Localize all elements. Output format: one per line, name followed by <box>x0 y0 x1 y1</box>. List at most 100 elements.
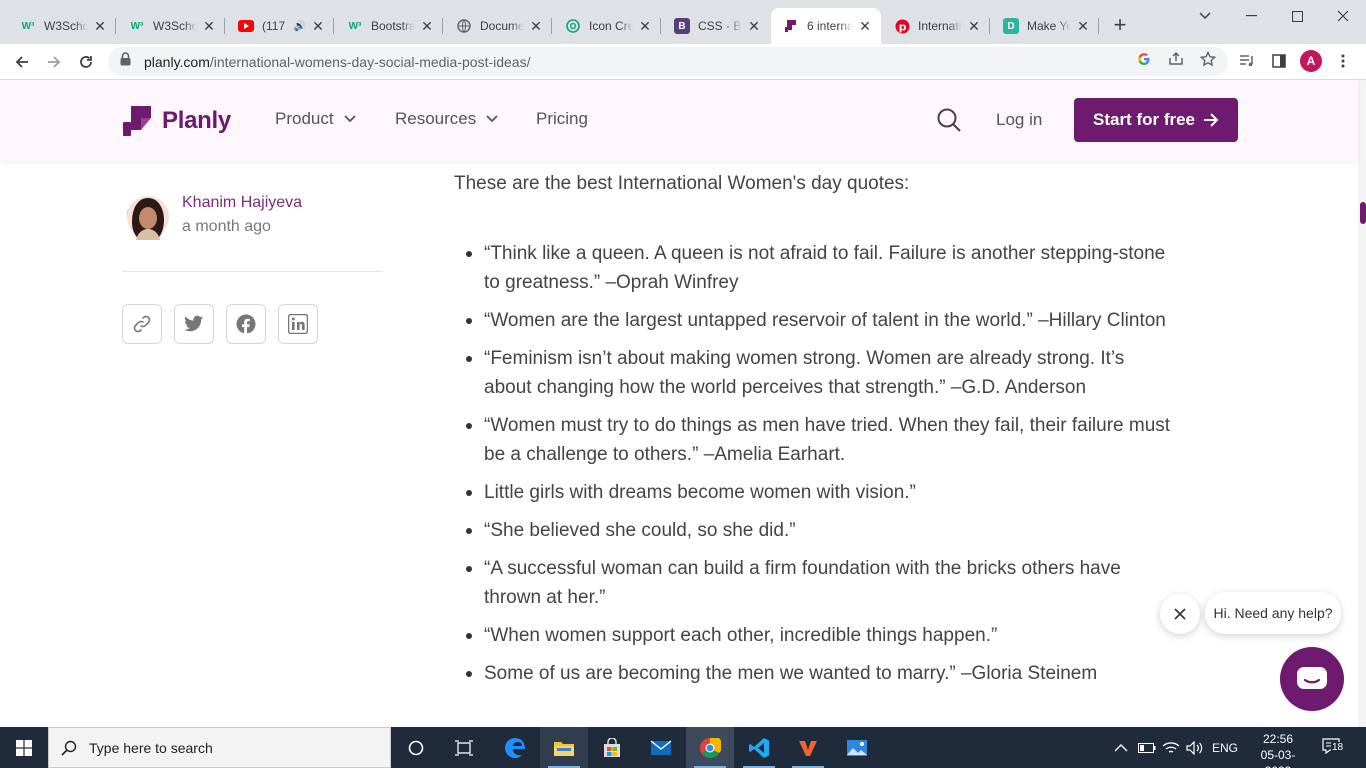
planly-logo[interactable]: Planly <box>122 104 231 138</box>
close-tab-icon[interactable]: ✕ <box>637 18 653 34</box>
chevron-down-icon <box>343 115 356 123</box>
share-icon[interactable] <box>1168 51 1184 67</box>
quote-item: “Women are the largest untapped reservoi… <box>466 306 1174 335</box>
chat-greeting-bubble[interactable]: Hi. Need any help? <box>1205 592 1341 634</box>
url-path: /international-womens-day-social-media-p… <box>209 53 531 70</box>
openai-icon <box>565 18 581 34</box>
close-tab-icon[interactable]: ✕ <box>201 18 217 34</box>
side-panel-icon[interactable] <box>1270 52 1288 70</box>
chat-dismiss-button[interactable] <box>1160 594 1200 634</box>
close-tab-icon[interactable]: ✕ <box>857 18 873 34</box>
author-avatar[interactable] <box>126 192 170 240</box>
search-icon[interactable] <box>936 107 962 133</box>
file-explorer-app[interactable] <box>540 727 588 768</box>
reload-button[interactable] <box>72 48 100 76</box>
clock-date: 05-03-2023 <box>1260 748 1296 768</box>
mail-icon <box>650 739 672 755</box>
windows-taskbar: Type here to search ENG 22:56 05-03- 18 <box>0 727 1366 768</box>
facebook-icon <box>236 314 256 334</box>
minimize-button[interactable] <box>1228 0 1274 32</box>
lock-icon[interactable] <box>120 52 134 71</box>
mail-app[interactable] <box>637 727 685 768</box>
speaker-icon[interactable]: 🔊 <box>294 21 306 32</box>
close-tab-icon[interactable]: ✕ <box>310 18 326 34</box>
quote-item: “Feminism isn’t about making women stron… <box>466 344 1174 402</box>
chrome-app[interactable] <box>686 727 734 768</box>
browser-tab[interactable]: W³ W3Schools ✕ <box>117 8 225 44</box>
edge-app[interactable] <box>491 727 539 768</box>
taskbar-search-placeholder: Type here to search <box>89 739 213 756</box>
browser-tab[interactable]: (117 🔊 ✕ <box>226 8 334 44</box>
new-tab-button[interactable]: + <box>1108 14 1132 38</box>
site-header: Planly Product Resources Pricing Log in … <box>0 80 1358 161</box>
browser-tab[interactable]: B CSS · Bootstrap ✕ <box>662 8 770 44</box>
browser-tab[interactable]: Icon Creator ✕ <box>553 8 661 44</box>
author-name[interactable]: Khanim Hajiyeva <box>182 192 302 214</box>
browser-tab[interactable]: p International ✕ <box>882 8 990 44</box>
chat-launcher-button[interactable] <box>1280 647 1344 711</box>
browser-tab[interactable]: D Make Your ✕ <box>991 8 1099 44</box>
close-tab-icon[interactable]: ✕ <box>966 18 982 34</box>
copy-link-button[interactable] <box>122 304 162 344</box>
cortana-button[interactable] <box>392 727 440 768</box>
battery-icon[interactable] <box>1138 727 1156 768</box>
vscode-icon <box>749 737 769 758</box>
close-tab-icon[interactable]: ✕ <box>92 18 108 34</box>
link-icon <box>133 315 151 333</box>
forward-button[interactable] <box>40 48 68 76</box>
start-for-free-button[interactable]: Start for free <box>1074 98 1238 142</box>
task-view-button[interactable] <box>440 727 488 768</box>
bookmark-star-icon[interactable] <box>1200 51 1216 67</box>
article-page: Khanim Hajiyeva a month ago These are th… <box>0 161 1358 727</box>
close-icon <box>1174 608 1186 620</box>
wifi-icon[interactable] <box>1162 727 1180 768</box>
planly-icon <box>783 18 799 34</box>
share-twitter-button[interactable] <box>174 304 214 344</box>
close-tab-icon[interactable]: ✕ <box>746 18 762 34</box>
share-facebook-button[interactable] <box>226 304 266 344</box>
share-linkedin-button[interactable] <box>278 304 318 344</box>
close-tab-icon[interactable]: ✕ <box>1075 18 1091 34</box>
close-tab-icon[interactable]: ✕ <box>528 18 544 34</box>
page-scrollbar[interactable] <box>1358 80 1366 727</box>
login-link[interactable]: Log in <box>996 110 1042 130</box>
photos-app[interactable] <box>833 727 881 768</box>
browser-tab[interactable]: W³ W3Schools ✕ <box>8 8 116 44</box>
notification-center-button[interactable]: 18 <box>1322 736 1348 758</box>
profile-avatar[interactable]: A <box>1300 50 1322 72</box>
globe-icon <box>456 18 472 34</box>
vscode-app[interactable] <box>735 727 783 768</box>
taskbar-search[interactable]: Type here to search <box>48 727 391 768</box>
nav-product[interactable]: Product <box>275 109 356 129</box>
folder-icon <box>554 741 574 756</box>
browser-tab[interactable]: Document ✕ <box>444 8 552 44</box>
close-window-button[interactable] <box>1320 0 1366 32</box>
store-app[interactable] <box>588 727 636 768</box>
maximize-button[interactable] <box>1274 0 1320 32</box>
language-indicator[interactable]: ENG <box>1212 727 1238 768</box>
media-control-icon[interactable] <box>1238 52 1256 70</box>
store-icon <box>604 737 620 757</box>
vectr-app[interactable] <box>784 727 832 768</box>
show-hidden-icons[interactable] <box>1114 727 1128 768</box>
tab-search-button[interactable] <box>1182 0 1228 32</box>
taskbar-clock[interactable]: 22:56 05-03-2023 <box>1248 731 1308 768</box>
scrollbar-thumb[interactable] <box>1360 202 1366 224</box>
volume-icon[interactable] <box>1186 727 1204 768</box>
browser-menu-icon[interactable] <box>1334 52 1352 70</box>
nav-resources[interactable]: Resources <box>395 109 498 129</box>
close-tab-icon[interactable]: ✕ <box>419 18 435 34</box>
quote-item: “When women support each other, incredib… <box>466 621 1174 650</box>
tab-title: Document <box>480 19 524 33</box>
w3schools-icon: W³ <box>130 20 144 32</box>
w3schools-icon: W³ <box>21 20 35 32</box>
quote-item: Some of us are becoming the men we wante… <box>466 659 1174 688</box>
browser-tab-active[interactable]: 6 international ✕ <box>771 8 881 44</box>
browser-tab[interactable]: W³ Bootstrap ✕ <box>335 8 443 44</box>
nav-pricing[interactable]: Pricing <box>536 109 588 129</box>
address-bar[interactable]: planly.com/international-womens-day-soci… <box>108 47 1228 76</box>
back-button[interactable] <box>8 48 36 76</box>
quote-item: “She believed she could, so she did.” <box>466 516 1174 545</box>
windows-start-button[interactable] <box>0 727 48 768</box>
google-translate-icon[interactable] <box>1136 51 1152 67</box>
